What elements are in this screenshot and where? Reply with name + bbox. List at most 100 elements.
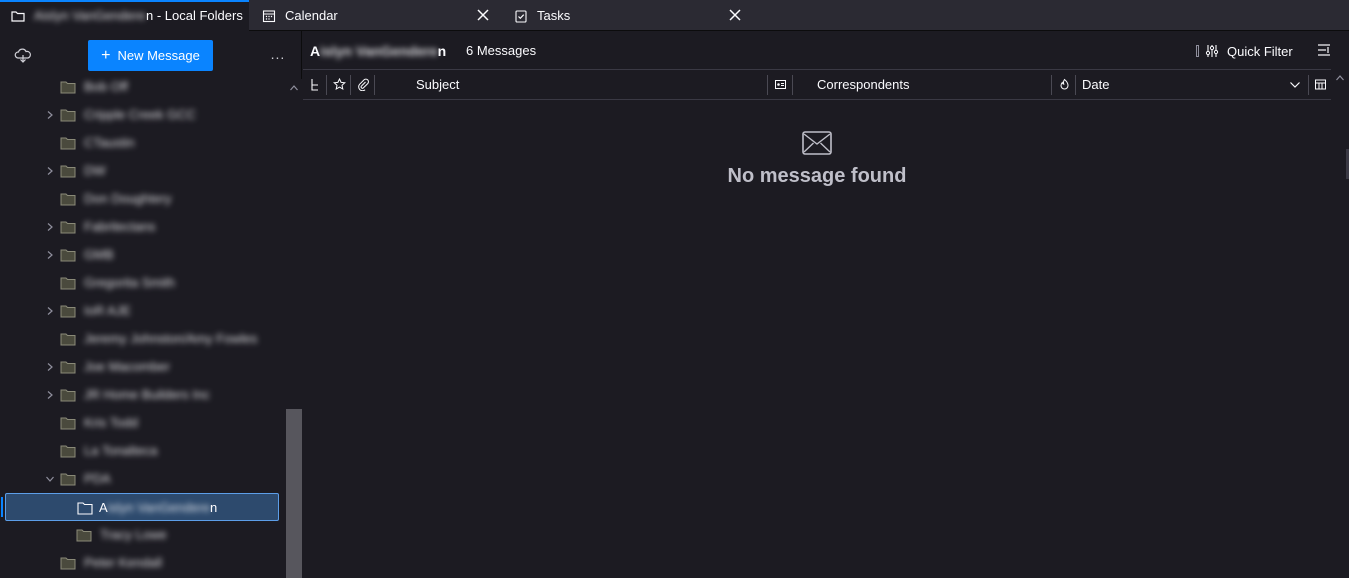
empty-message-list: No message found [303, 131, 1331, 188]
folder-tree: Bob Off Cripple Creek GCC CTaustin DW Do… [0, 73, 286, 578]
message-pane-header: Aislyn VanGenderen 6 Messages Quick Filt… [303, 31, 1349, 69]
quick-filter-button[interactable]: Quick Filter [1196, 41, 1293, 61]
folder-label: Peter Kendall [84, 555, 163, 570]
message-list-scrollbar[interactable] [1331, 69, 1349, 578]
folder-label: IoR AJE [84, 303, 131, 318]
tab-label: n - Local Folders [146, 8, 243, 23]
folder-label: Don Doughtery [84, 191, 172, 206]
folder-icon [60, 109, 76, 122]
new-message-button[interactable]: + New Message [88, 40, 213, 71]
folder-label: CTaustin [84, 135, 135, 150]
column-star[interactable] [327, 70, 351, 99]
chevron-right-icon[interactable] [45, 250, 55, 260]
chevron-right-icon[interactable] [45, 362, 55, 372]
folder-icon [60, 81, 76, 94]
folder-item[interactable]: Cripple Creek GCC [0, 101, 284, 129]
folder-label: Kris Todd [84, 415, 138, 430]
chevron-right-icon[interactable] [45, 306, 55, 316]
folder-label: Tracy Lowe [100, 527, 167, 542]
folder-item[interactable]: GMB [0, 241, 284, 269]
column-attachment[interactable] [351, 70, 375, 99]
chevron-right-icon[interactable] [45, 222, 55, 232]
folder-icon [77, 502, 93, 515]
tab-tasks[interactable]: Tasks [503, 0, 753, 31]
folder-item[interactable]: Joe Macomber [0, 353, 284, 381]
paperclip-icon [357, 78, 369, 91]
close-icon[interactable] [727, 7, 743, 23]
chevron-down-icon[interactable] [45, 474, 55, 484]
folder-label: Fabritectans [84, 219, 156, 234]
message-list-display-options-icon[interactable] [1317, 43, 1331, 57]
quick-filter-label: Quick Filter [1227, 43, 1293, 59]
folder-icon [60, 193, 76, 206]
folder-icon [60, 221, 76, 234]
new-message-label: New Message [117, 48, 200, 63]
column-read-status[interactable] [768, 70, 793, 99]
folder-label: La Tonalteca [84, 443, 158, 458]
folder-icon [60, 333, 76, 346]
tab-bar: Aislyn VanGenderen n - Local Folders Cal… [0, 0, 1349, 31]
folder-pane-more-button[interactable]: ... [268, 46, 288, 62]
chevron-up-icon[interactable] [1335, 73, 1345, 83]
folder-label: Cripple Creek GCC [84, 107, 196, 122]
folder-icon [60, 473, 76, 486]
folder-item[interactable]: JR Home Builders Inc [0, 381, 284, 409]
tab-label-blurred: Aislyn VanGenderen [34, 8, 146, 23]
get-messages-icon[interactable] [14, 47, 32, 65]
column-correspondents-label: Correspondents [817, 77, 910, 92]
column-date[interactable]: Date [1076, 70, 1309, 99]
tab-local-folders[interactable]: Aislyn VanGenderen n - Local Folders [0, 0, 249, 31]
envelope-icon [802, 131, 832, 155]
folder-icon [60, 361, 76, 374]
folder-label: Jeremy Johnston/Amy Fowles [84, 331, 258, 346]
folder-item[interactable]: PDA [0, 465, 284, 493]
empty-state-text: No message found [727, 165, 907, 187]
column-thread[interactable] [303, 70, 327, 99]
folder-item-selected[interactable]: Aislyn VanGenderen [1, 493, 279, 521]
folder-icon [60, 557, 76, 570]
column-correspondents[interactable]: Correspondents [793, 70, 1052, 99]
thread-tree-header: Subject Correspondents Date [303, 69, 1331, 100]
column-subject-label: Subject [416, 77, 460, 92]
read-status-icon [775, 80, 786, 89]
column-subject[interactable]: Subject [375, 70, 768, 99]
folder-item[interactable]: CTaustin [0, 129, 284, 157]
message-count: 6 Messages [466, 43, 537, 58]
chevron-up-icon[interactable] [289, 83, 299, 93]
tab-label: Tasks [537, 8, 571, 23]
folder-item[interactable]: Don Doughtery [0, 185, 284, 213]
folder-pane-scrollbar[interactable] [286, 79, 302, 578]
column-picker[interactable] [1309, 70, 1331, 99]
chevron-right-icon[interactable] [45, 166, 55, 176]
close-icon[interactable] [475, 7, 491, 23]
folder-item[interactable]: Bob Off [0, 73, 284, 101]
folder-icon [60, 389, 76, 402]
column-date-label: Date [1082, 77, 1110, 92]
thread-icon [310, 79, 318, 91]
star-icon [332, 78, 346, 90]
folder-item[interactable]: La Tonalteca [0, 437, 284, 465]
folder-label: DW [84, 163, 106, 178]
column-junk-status[interactable] [1052, 70, 1076, 99]
folder-item[interactable]: Kris Todd [0, 409, 284, 437]
folder-label: JR Home Builders Inc [84, 387, 210, 402]
chevron-right-icon[interactable] [45, 390, 55, 400]
chevron-right-icon[interactable] [45, 110, 55, 120]
folder-icon [60, 165, 76, 178]
folder-label: Joe Macomber [84, 359, 170, 374]
folder-item[interactable]: Tracy Lowe [0, 521, 284, 549]
folder-item[interactable]: IoR AJE [0, 297, 284, 325]
folder-label: Bob Off [84, 79, 128, 94]
folder-item[interactable]: Gregorita Smith [0, 269, 284, 297]
plus-icon: + [101, 46, 111, 64]
folder-item[interactable]: Peter Kendall [0, 549, 284, 577]
folder-item[interactable]: Fabritectans [0, 213, 284, 241]
folder-item[interactable]: DW [0, 157, 284, 185]
scrollbar-thumb[interactable] [286, 409, 302, 578]
folder-label: GMB [84, 247, 114, 262]
folder-item[interactable]: Jeremy Johnston/Amy Fowles [0, 325, 284, 353]
folder-icon [60, 305, 76, 318]
folder-title: Aislyn VanGenderen [310, 43, 447, 59]
message-pane: Aislyn VanGenderen 6 Messages Quick Filt… [303, 31, 1349, 578]
tab-calendar[interactable]: Calendar [251, 0, 501, 31]
